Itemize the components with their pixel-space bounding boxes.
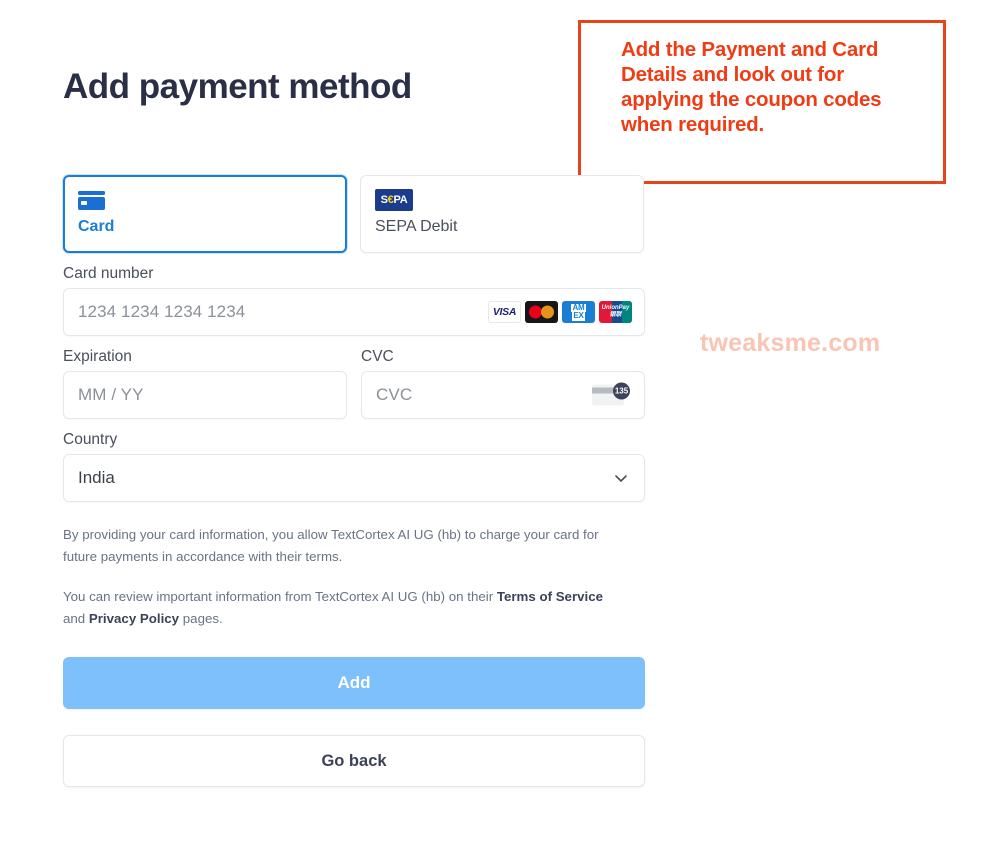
disclaimer-text-part-1: You can review important information fro… xyxy=(63,589,497,604)
go-back-button[interactable]: Go back xyxy=(63,735,645,787)
country-label: Country xyxy=(63,431,118,448)
payment-method-tabs: Card S € PA SEPA Debit xyxy=(63,175,645,253)
card-brand-icons: VISA AM EX UnionPay 银联 xyxy=(488,301,632,323)
card-number-label: Card number xyxy=(63,265,154,282)
tab-sepa-debit-label: SEPA Debit xyxy=(375,218,458,235)
amex-icon: AM EX xyxy=(562,301,595,323)
mastercard-icon xyxy=(525,301,558,323)
watermark: tweaksme.com xyxy=(700,329,881,357)
card-number-placeholder: 1234 1234 1234 1234 xyxy=(78,302,246,321)
card-number-input[interactable]: 1234 1234 1234 1234 VISA AM EX UnionPay … xyxy=(63,288,645,336)
chevron-down-icon xyxy=(614,471,628,485)
country-selected-value: India xyxy=(78,468,115,487)
amex-line-2: EX xyxy=(572,311,585,321)
unionpay-icon: UnionPay 银联 xyxy=(599,301,632,323)
expiration-placeholder: MM / YY xyxy=(78,385,144,404)
country-select[interactable]: India xyxy=(63,454,645,502)
expiration-input[interactable]: MM / YY xyxy=(63,371,347,419)
cvc-hint-badge: 135 xyxy=(613,382,630,400)
tab-card[interactable]: Card xyxy=(63,175,347,253)
cvc-label: CVC xyxy=(361,348,394,365)
visa-icon: VISA xyxy=(488,301,521,323)
expiration-label: Expiration xyxy=(63,348,132,365)
credit-card-icon xyxy=(78,189,332,211)
terms-of-service-link[interactable]: Terms of Service xyxy=(497,589,603,604)
cvc-placeholder: CVC xyxy=(376,385,413,404)
payment-page: Add payment method Add the Payment and C… xyxy=(0,0,985,850)
unionpay-line-2: 银联 xyxy=(609,312,622,318)
add-button[interactable]: Add xyxy=(63,657,645,709)
page-title: Add payment method xyxy=(63,67,412,107)
sepa-logo-icon: S € PA xyxy=(375,189,629,211)
payment-form: Card S € PA SEPA Debit Card number 1234 12… xyxy=(63,175,645,787)
privacy-policy-link[interactable]: Privacy Policy xyxy=(89,611,179,626)
disclaimer-paragraph-1: By providing your card information, you … xyxy=(63,527,599,564)
unionpay-line-1: UnionPay xyxy=(601,305,630,311)
tab-card-label: Card xyxy=(78,218,115,235)
cvc-card-back-icon: 135 xyxy=(592,382,630,408)
tab-sepa-debit[interactable]: S € PA SEPA Debit xyxy=(360,175,644,253)
disclaimer-paragraph-2: You can review important information fro… xyxy=(63,586,623,630)
disclaimer-text-mid: and xyxy=(63,611,89,626)
annotation-callout: Add the Payment and Card Details and loo… xyxy=(578,20,946,184)
annotation-text: Add the Payment and Card Details and loo… xyxy=(621,38,882,136)
disclaimer-text-end: pages. xyxy=(179,611,223,626)
cvc-input[interactable]: CVC 135 xyxy=(361,371,645,419)
